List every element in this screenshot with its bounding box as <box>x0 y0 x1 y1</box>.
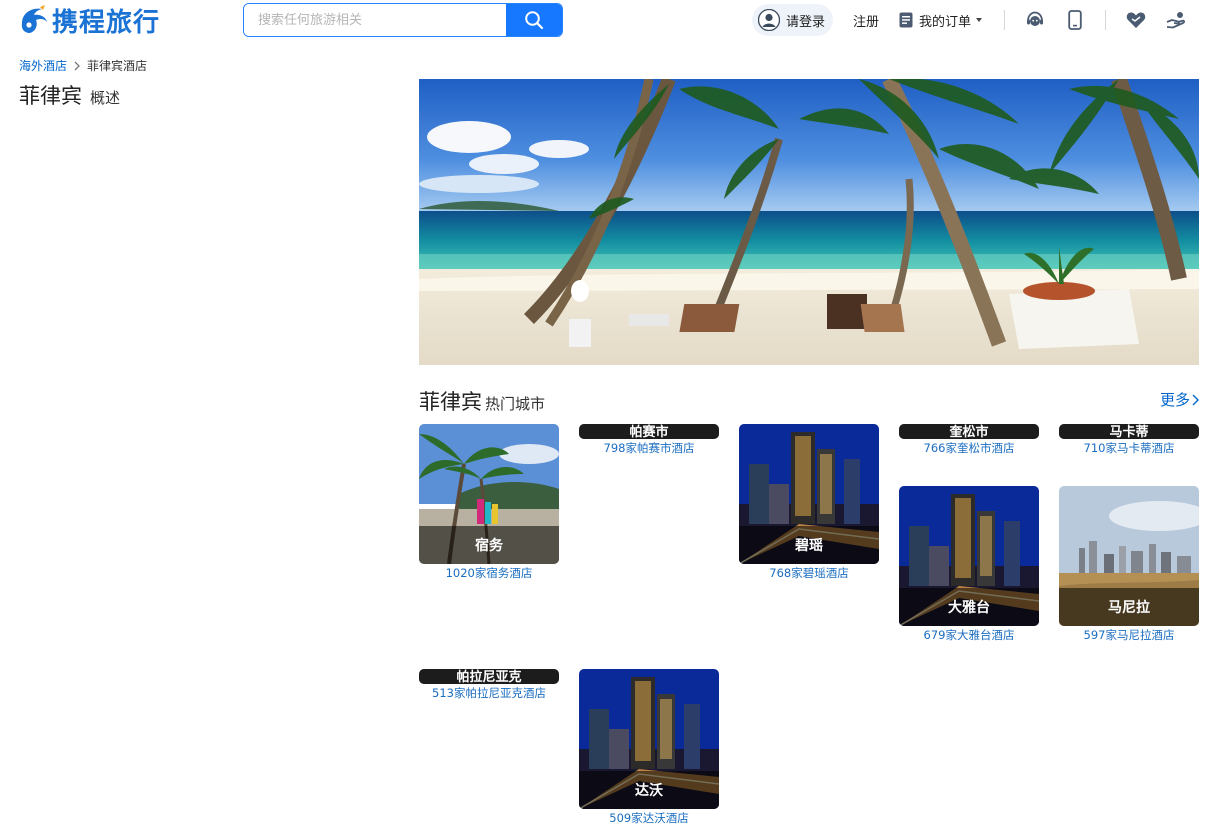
city-name: 马卡蒂 <box>1059 424 1199 439</box>
overview-label: 概述 <box>90 89 121 107</box>
user-nav: 请登录 注册 我的订单 <box>752 4 1186 36</box>
page-title: 菲律宾 概述 <box>19 80 120 110</box>
city-card[interactable]: 马尼拉 597家马尼拉酒店 <box>1059 486 1199 642</box>
headset-icon <box>1027 11 1044 26</box>
more-label: 更多 <box>1159 391 1190 409</box>
hotel-count[interactable]: 710家马卡蒂酒店 <box>1059 441 1199 455</box>
city-name: 马尼拉 <box>1059 588 1199 626</box>
logo-text: 携程旅行 <box>52 7 161 38</box>
search-icon <box>525 11 544 30</box>
search-input[interactable] <box>244 4 506 36</box>
city-thumbnail[interactable]: 帕赛市 <box>579 424 719 439</box>
beach-banner-image <box>419 79 1199 365</box>
city-name: 宿务 <box>419 526 559 564</box>
hotel-count[interactable]: 597家马尼拉酒店 <box>1059 628 1199 642</box>
city-thumbnail[interactable]: 马尼拉 <box>1059 486 1199 626</box>
hot-cities-header: 菲律宾 热门城市 更多 <box>419 386 1199 414</box>
my-orders-label: 我的订单 <box>919 14 972 30</box>
more-cities-link[interactable]: 更多 <box>1160 389 1199 410</box>
city-card[interactable]: 宿务 1020家宿务酒店 <box>419 424 559 580</box>
city-thumbnail[interactable]: 帕拉尼亚克 <box>419 669 559 684</box>
register-link[interactable]: 注册 <box>853 11 879 30</box>
my-orders-menu[interactable]: 我的订单 <box>899 11 983 30</box>
partner-button[interactable] <box>1166 10 1186 30</box>
city-card[interactable]: 帕拉尼亚克 513家帕拉尼亚克酒店 <box>419 669 559 700</box>
hotel-count[interactable]: 509家达沃酒店 <box>579 811 719 825</box>
hot-cities-subtitle: 热门城市 <box>485 395 546 413</box>
mobile-icon <box>1068 10 1082 30</box>
city-name: 大雅台 <box>899 588 1039 626</box>
country-name: 菲律宾 <box>19 84 82 108</box>
order-document-icon <box>899 12 913 28</box>
city-name: 达沃 <box>579 771 719 809</box>
city-thumbnail[interactable]: 达沃 <box>579 669 719 809</box>
hotel-count[interactable]: 1020家宿务酒店 <box>419 566 559 580</box>
chevron-right-icon <box>74 61 80 70</box>
city-thumbnail[interactable]: 碧瑶 <box>739 424 879 564</box>
chevron-right-icon <box>1192 394 1199 405</box>
city-thumbnail[interactable]: 大雅台 <box>899 486 1039 626</box>
customer-service-button[interactable] <box>1025 10 1045 30</box>
city-card[interactable]: 碧瑶 768家碧瑶酒店 <box>739 424 879 580</box>
city-name: 帕拉尼亚克 <box>419 669 559 684</box>
search-box <box>243 3 563 37</box>
ctrip-logo[interactable]: 携程旅行 <box>18 3 161 38</box>
city-card[interactable]: 达沃 509家达沃酒店 <box>579 669 719 825</box>
hotel-count[interactable]: 768家碧瑶酒店 <box>739 566 879 580</box>
city-name: 帕赛市 <box>579 424 719 439</box>
city-card[interactable]: 帕赛市 798家帕赛市酒店 <box>579 424 719 455</box>
city-thumbnail[interactable]: 马卡蒂 <box>1059 424 1199 439</box>
hotel-count[interactable]: 513家帕拉尼亚克酒店 <box>419 686 559 700</box>
breadcrumb-current: 菲律宾酒店 <box>87 59 148 73</box>
hotel-count[interactable]: 679家大雅台酒店 <box>899 628 1039 642</box>
city-thumbnail[interactable]: 宿务 <box>419 424 559 564</box>
dolphin-logo-icon <box>21 5 47 33</box>
login-label: 请登录 <box>786 14 826 30</box>
heart-handshake-icon <box>1126 12 1146 28</box>
nav-divider-2 <box>1105 10 1107 30</box>
hand-icon <box>1166 12 1186 29</box>
city-name: 碧瑶 <box>739 526 879 564</box>
city-name: 奎松市 <box>899 424 1039 439</box>
nav-divider <box>1004 10 1006 30</box>
city-card[interactable]: 大雅台 679家大雅台酒店 <box>899 486 1039 642</box>
hotel-count[interactable]: 766家奎松市酒店 <box>899 441 1039 455</box>
city-card[interactable]: 马卡蒂 710家马卡蒂酒店 <box>1059 424 1199 455</box>
breadcrumb-overseas-hotels[interactable]: 海外酒店 <box>19 57 67 74</box>
city-card[interactable]: 奎松市 766家奎松市酒店 <box>899 424 1039 455</box>
favorites-button[interactable] <box>1126 10 1146 30</box>
top-header: 携程旅行 请登录 注册 我的订单 <box>0 0 1213 40</box>
breadcrumb: 海外酒店 菲律宾酒店 <box>19 57 147 74</box>
login-button[interactable]: 请登录 <box>752 4 834 36</box>
beach-photo <box>419 79 1199 365</box>
hot-cities-country: 菲律宾 <box>419 390 482 414</box>
hotel-count[interactable]: 798家帕赛市酒店 <box>579 441 719 455</box>
city-thumbnail[interactable]: 奎松市 <box>899 424 1039 439</box>
chevron-down-icon <box>976 18 983 22</box>
mobile-app-button[interactable] <box>1065 10 1085 30</box>
search-button[interactable] <box>506 4 562 36</box>
user-avatar-icon <box>758 9 780 31</box>
